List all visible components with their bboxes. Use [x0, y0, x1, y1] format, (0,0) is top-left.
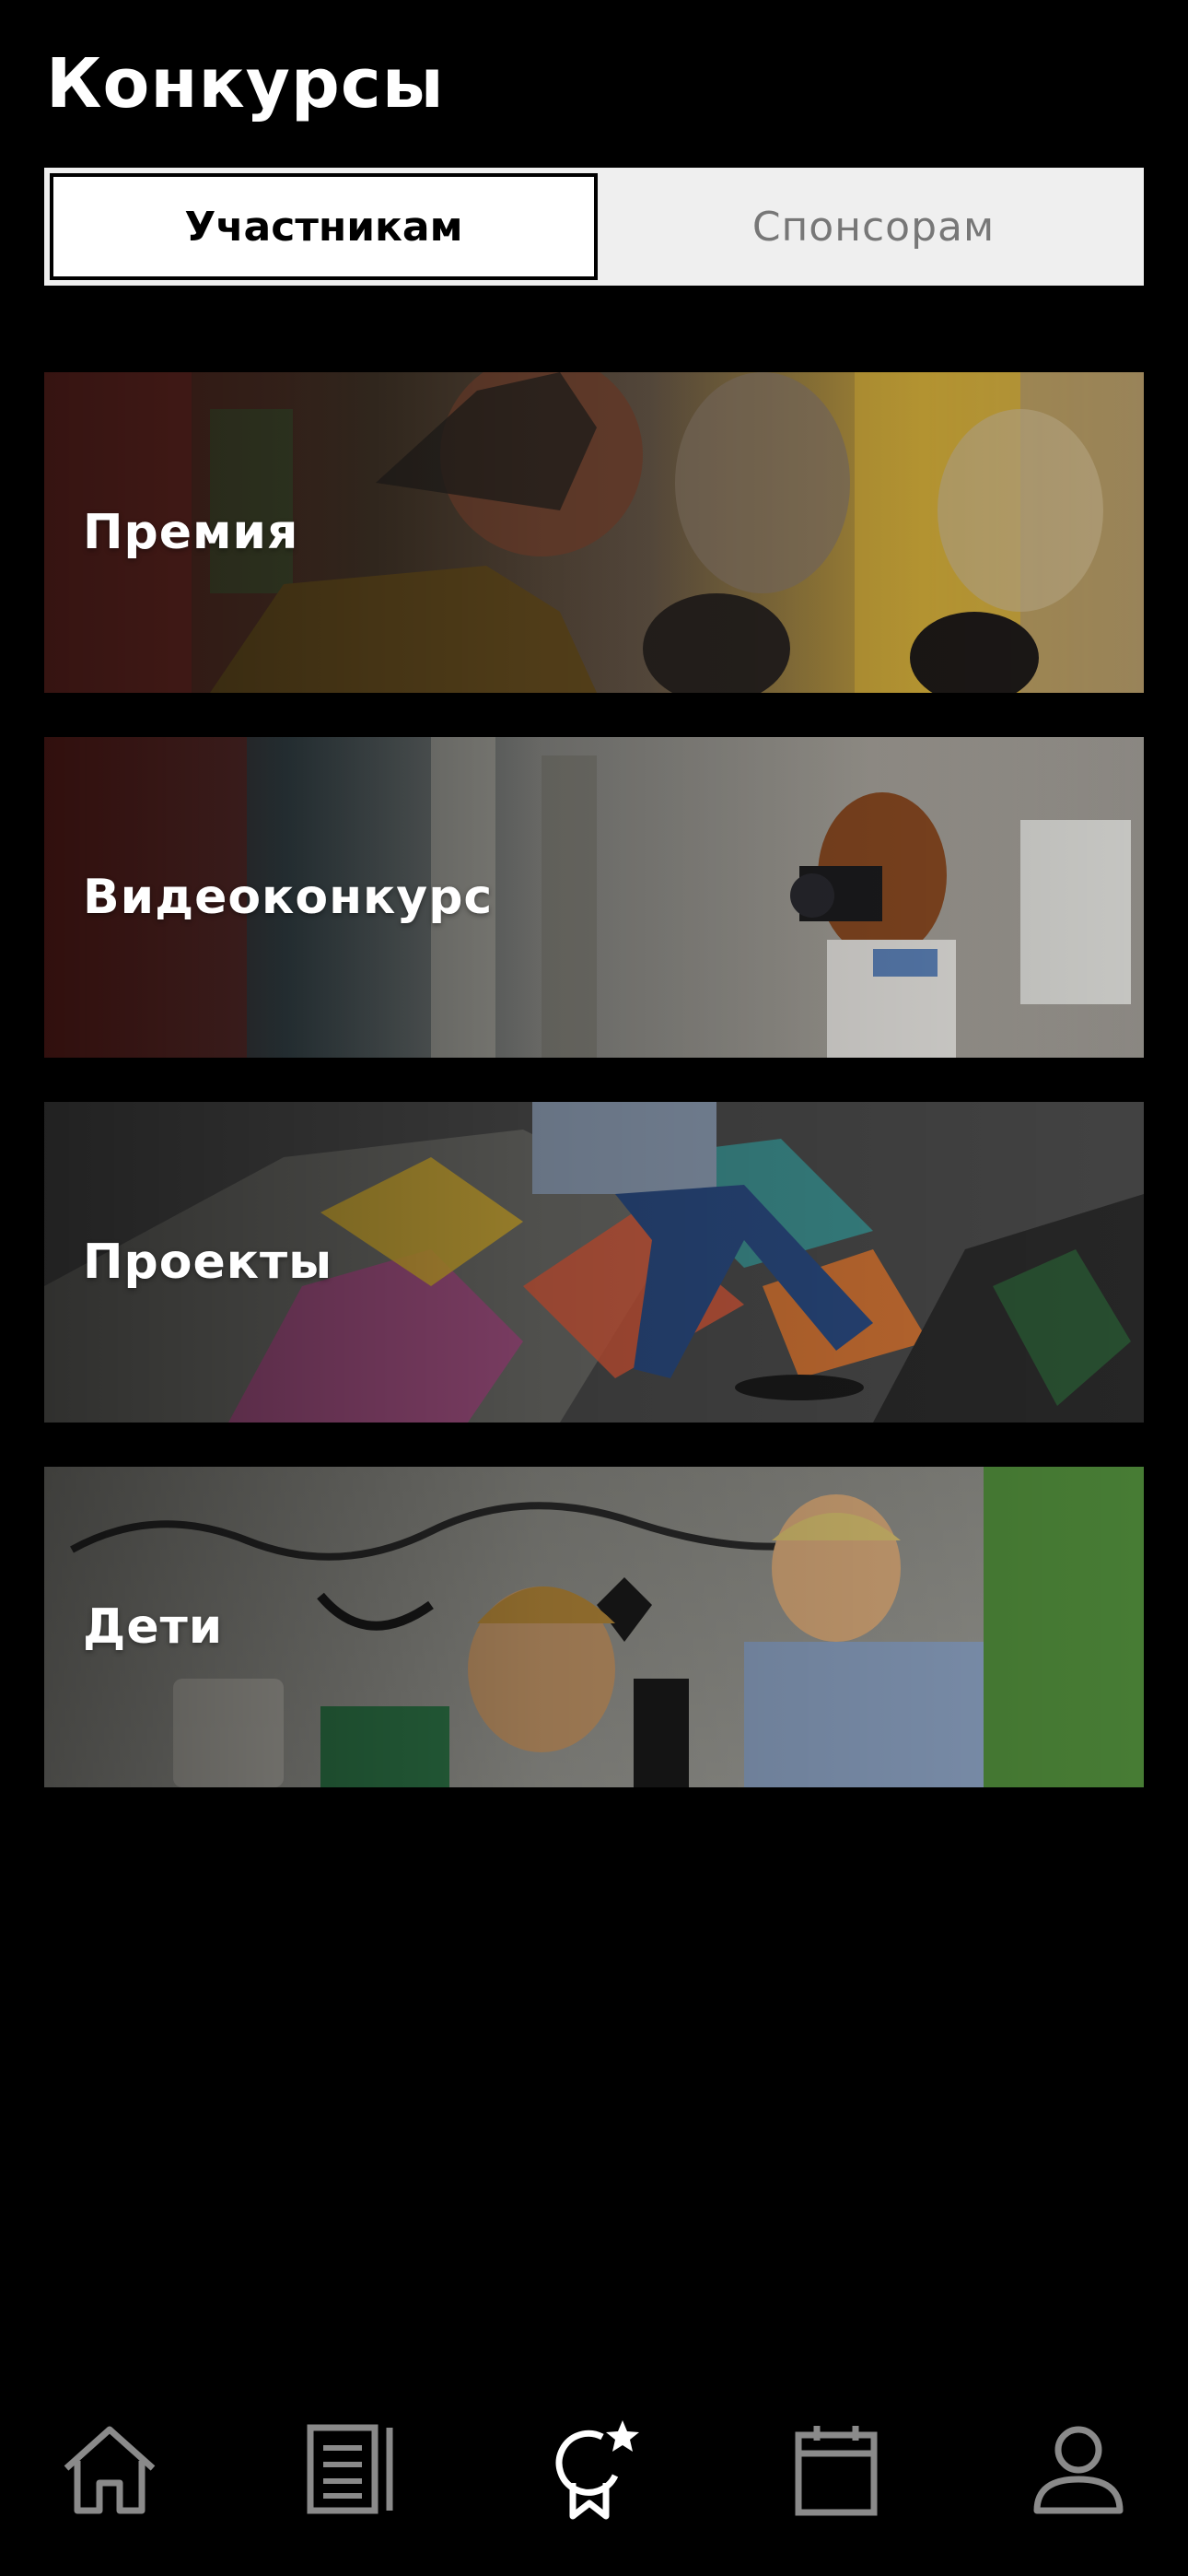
- contests-award-icon: [555, 2420, 639, 2520]
- audience-segmented-control: Участникам Спонсорам: [44, 168, 1144, 286]
- news-icon: [307, 2424, 393, 2514]
- contest-card-videokonkurs[interactable]: Видеоконкурс: [44, 737, 1144, 1058]
- tab-sponsors[interactable]: Спонсорам: [603, 168, 1144, 286]
- profile-icon: [1033, 2426, 1124, 2514]
- calendar-icon: [795, 2426, 878, 2516]
- card-title: Дети: [83, 1599, 224, 1655]
- contest-card-premiya[interactable]: Премия: [44, 372, 1144, 693]
- home-icon: [64, 2426, 156, 2514]
- nav-calendar[interactable]: [786, 2418, 887, 2520]
- contest-card-proekty[interactable]: Проекты: [44, 1102, 1144, 1423]
- contest-card-deti[interactable]: Дети: [44, 1467, 1144, 1787]
- card-title: Видеоконкурс: [83, 870, 494, 925]
- card-title: Проекты: [83, 1235, 333, 1290]
- card-title: Премия: [83, 505, 299, 560]
- nav-profile[interactable]: [1028, 2418, 1129, 2520]
- bottom-navigation: [0, 2395, 1188, 2543]
- nav-news[interactable]: [301, 2418, 402, 2520]
- tab-participants[interactable]: Участникам: [50, 173, 598, 280]
- nav-contests[interactable]: [543, 2418, 645, 2520]
- page-title: Конкурсы: [46, 44, 445, 123]
- nav-home[interactable]: [59, 2418, 160, 2520]
